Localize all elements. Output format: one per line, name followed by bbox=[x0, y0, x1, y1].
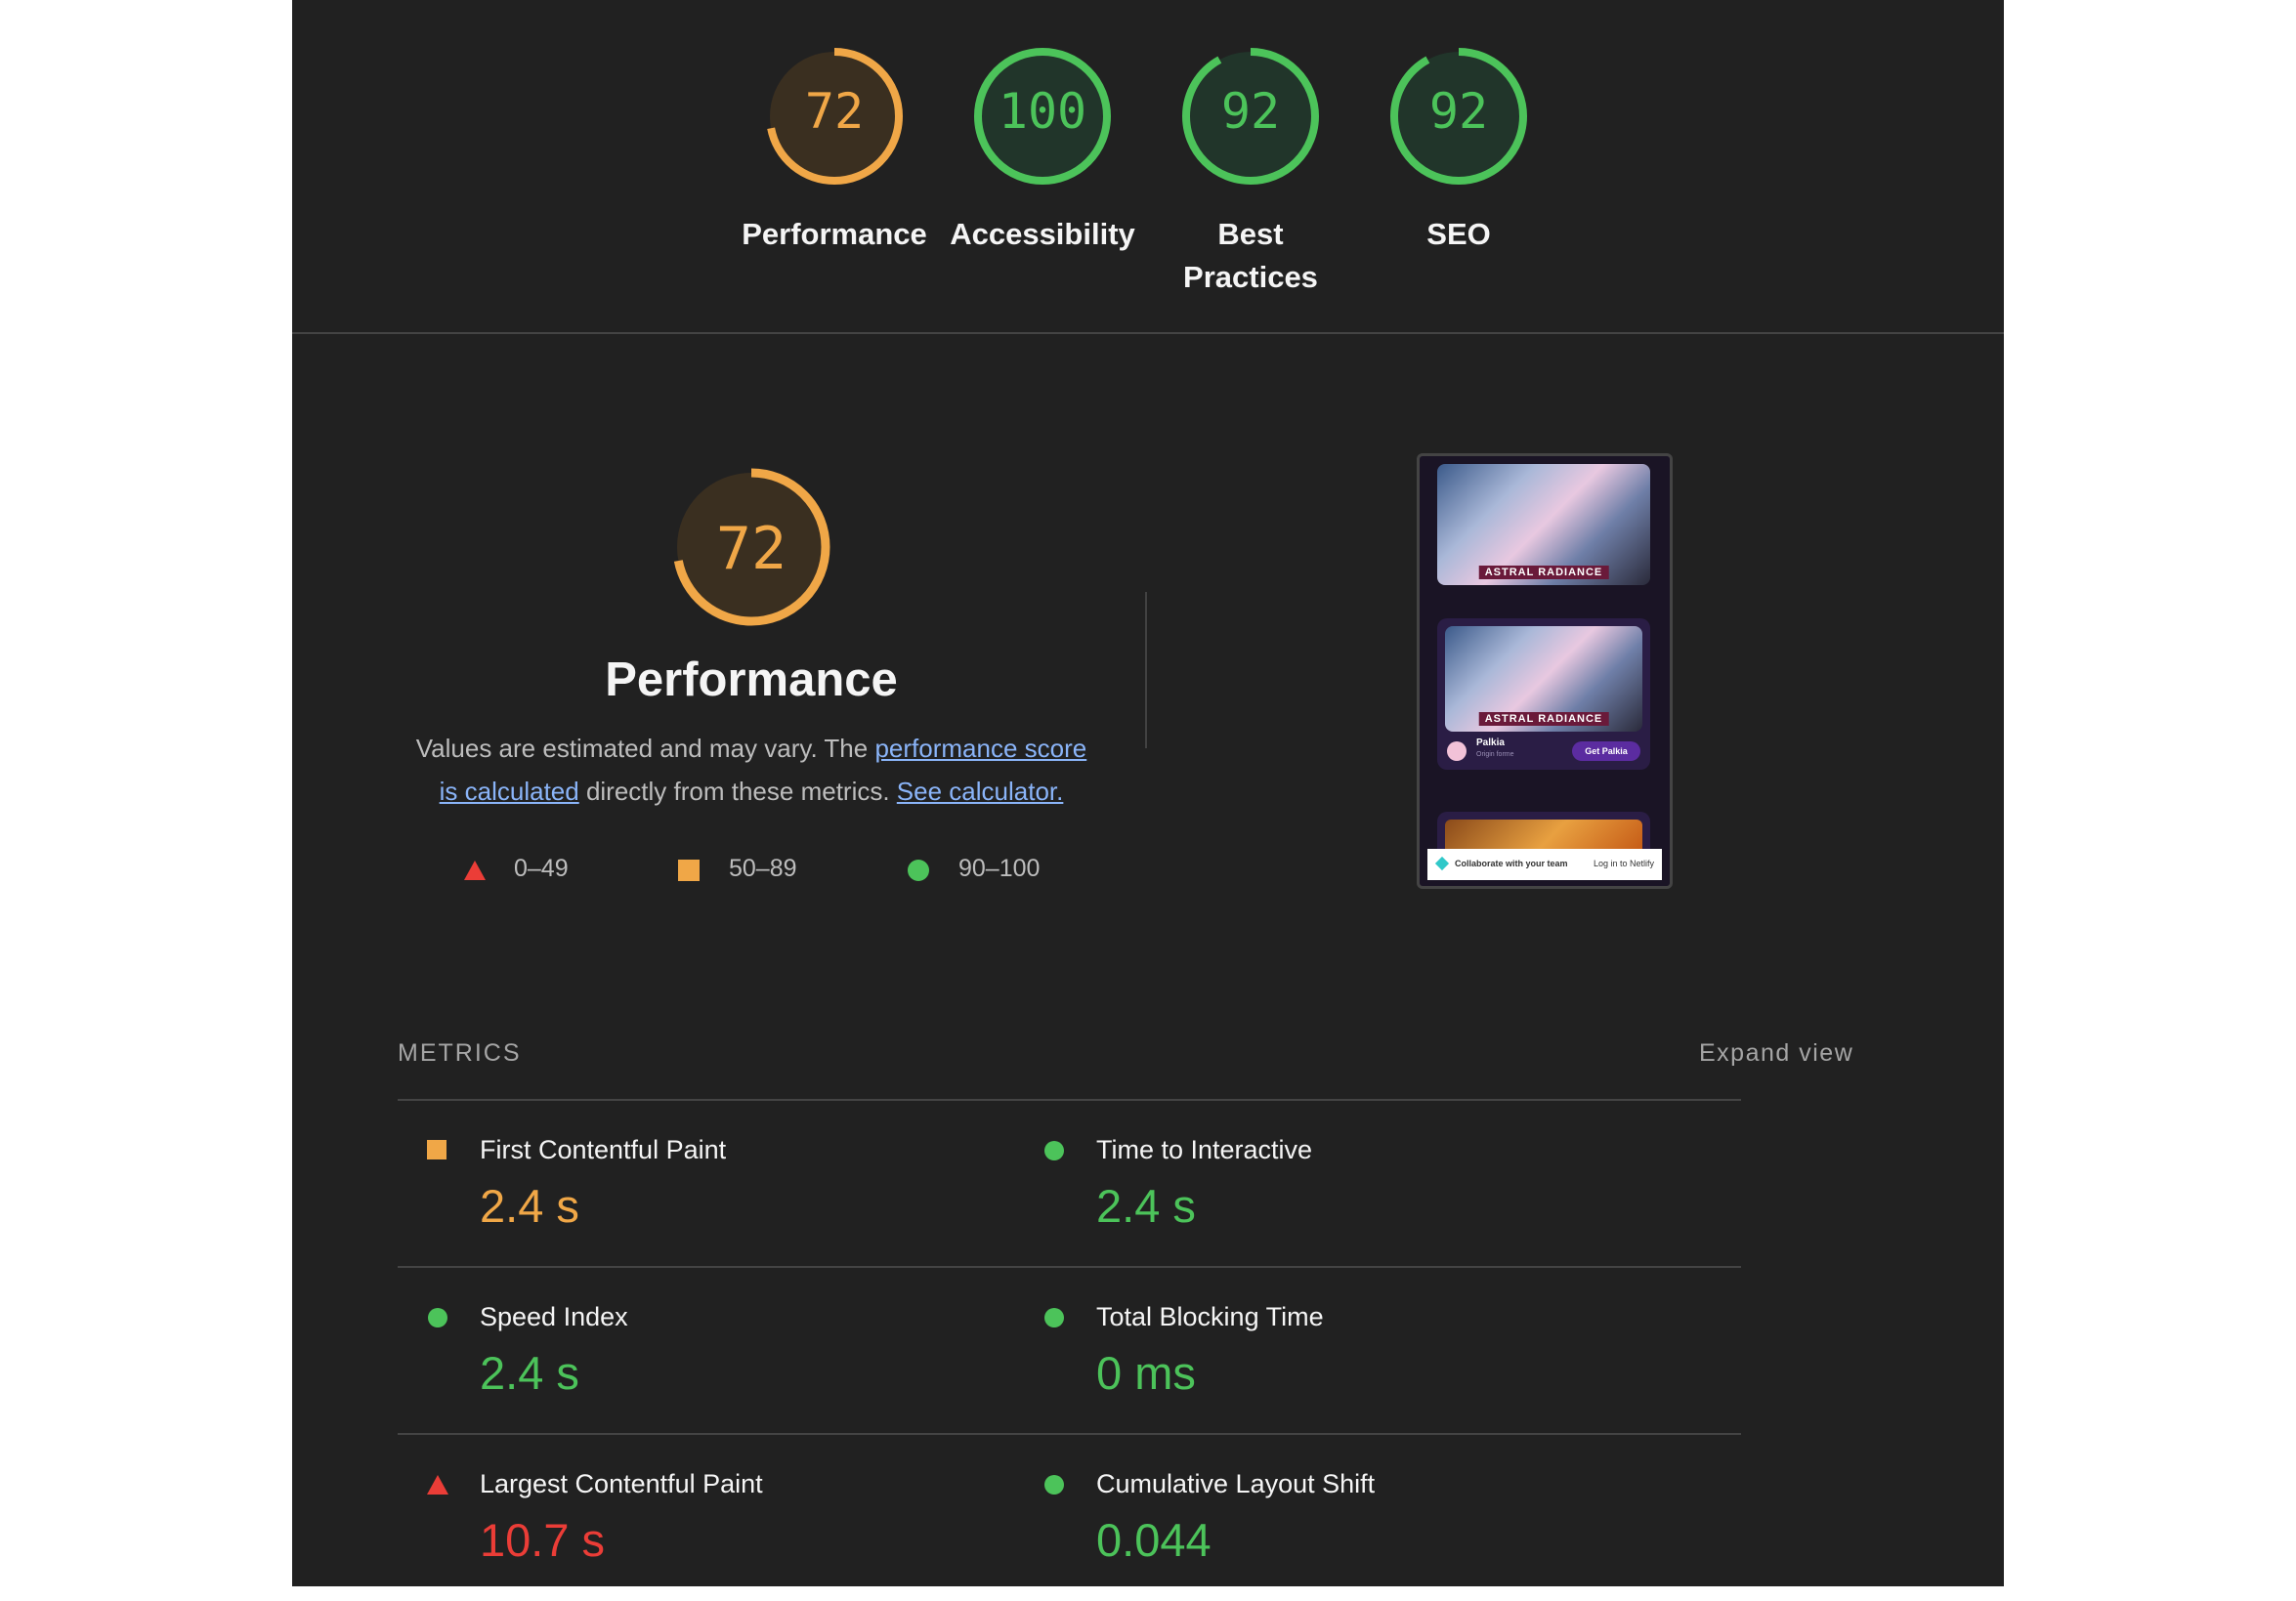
desc-text: Values are estimated and may vary. The bbox=[415, 734, 875, 763]
square-icon bbox=[427, 1140, 446, 1159]
circle-icon bbox=[1044, 1308, 1064, 1327]
metric-row: Time to Interactive 2.4 s bbox=[1014, 1099, 1741, 1267]
legend-average: 50–89 bbox=[678, 852, 834, 885]
circle-icon bbox=[908, 860, 929, 881]
thumb-footer-right: Log in to Netlify bbox=[1593, 859, 1654, 868]
legend-fail: 0–49 bbox=[463, 852, 600, 885]
metric-value: 2.4 s bbox=[480, 1180, 579, 1232]
gauge-best-practices[interactable]: 92 Best Practices bbox=[1158, 43, 1343, 299]
metric-value: 2.4 s bbox=[480, 1347, 579, 1399]
gauge-score: 100 bbox=[998, 83, 1087, 140]
thumb-netlify-footer: Collaborate with your team Log in to Net… bbox=[1427, 849, 1662, 880]
score-summary-strip: 72 Performance 100 Accessibility 92 Best… bbox=[292, 0, 2004, 334]
circle-icon bbox=[428, 1308, 447, 1327]
legend-range: 50–89 bbox=[729, 855, 797, 882]
section-divider bbox=[1145, 592, 1147, 748]
performance-description: Values are estimated and may vary. The p… bbox=[405, 727, 1097, 813]
gauge-label: SEO bbox=[1426, 217, 1491, 251]
thumb-card-image: ASTRAL RADIANCE bbox=[1445, 626, 1642, 732]
metric-name: Time to Interactive bbox=[1096, 1135, 1313, 1164]
performance-title: Performance bbox=[605, 653, 898, 706]
gauge-label: Performance bbox=[742, 217, 927, 251]
lighthouse-report: 72 Performance 100 Accessibility 92 Best… bbox=[292, 0, 2004, 1586]
thumb-card-button: Get Palkia bbox=[1572, 741, 1640, 761]
metric-name: First Contentful Paint bbox=[480, 1135, 727, 1164]
see-calculator-link[interactable]: See calculator. bbox=[897, 777, 1064, 806]
metric-value: 10.7 s bbox=[480, 1514, 606, 1566]
metric-row: Cumulative Layout Shift 0.044 bbox=[1014, 1433, 1741, 1601]
netlify-icon bbox=[1434, 856, 1450, 871]
legend-pass: 90–100 bbox=[908, 852, 1084, 885]
thumb-banner-image: ASTRAL RADIANCE bbox=[1437, 464, 1650, 585]
circle-icon bbox=[1044, 1475, 1064, 1495]
desc-text: directly from these metrics. bbox=[578, 777, 897, 806]
thumb-avatar bbox=[1447, 741, 1467, 761]
metric-name: Largest Contentful Paint bbox=[480, 1469, 763, 1498]
gauge-score: 92 bbox=[1428, 83, 1489, 140]
gauge-label: Accessibility bbox=[950, 217, 1135, 251]
gauge-score: 92 bbox=[1220, 83, 1281, 140]
gauge-performance[interactable]: 72 Performance bbox=[742, 43, 927, 256]
metric-value: 0.044 bbox=[1096, 1514, 1212, 1566]
metric-name: Total Blocking Time bbox=[1096, 1302, 1324, 1331]
metric-name: Speed Index bbox=[480, 1302, 628, 1331]
metric-name: Cumulative Layout Shift bbox=[1096, 1469, 1376, 1498]
metric-value: 0 ms bbox=[1096, 1347, 1196, 1399]
metric-row: Total Blocking Time 0 ms bbox=[1014, 1266, 1741, 1434]
thumb-banner-label: ASTRAL RADIANCE bbox=[1478, 566, 1609, 579]
thumb-card-name: Palkia bbox=[1476, 737, 1505, 748]
triangle-icon bbox=[464, 861, 486, 880]
legend-range: 0–49 bbox=[514, 855, 569, 882]
performance-gauge-large: 72 bbox=[668, 464, 834, 630]
triangle-icon bbox=[427, 1475, 448, 1495]
expand-view-toggle[interactable]: Expand view bbox=[1699, 1033, 1853, 1073]
square-icon bbox=[678, 860, 700, 881]
thumb-product-card: ASTRAL RADIANCE Palkia Origin forme Get … bbox=[1437, 618, 1650, 770]
legend-range: 90–100 bbox=[958, 855, 1041, 882]
thumb-card-sub: Origin forme bbox=[1476, 751, 1514, 758]
gauge-seo[interactable]: 92 SEO bbox=[1366, 43, 1552, 256]
circle-icon bbox=[1044, 1141, 1064, 1160]
thumb-banner-label: ASTRAL RADIANCE bbox=[1478, 712, 1609, 726]
metric-value: 2.4 s bbox=[1096, 1180, 1196, 1232]
gauge-accessibility[interactable]: 100 Accessibility bbox=[950, 43, 1135, 256]
gauge-label: Best Practices bbox=[1183, 217, 1318, 294]
metrics-heading: METRICS bbox=[398, 1039, 522, 1067]
performance-score: 72 bbox=[715, 515, 787, 583]
gauge-score: 72 bbox=[804, 83, 865, 140]
final-screenshot-thumbnail[interactable]: ASTRAL RADIANCE ASTRAL RADIANCE Palkia O… bbox=[1417, 453, 1673, 889]
thumb-footer-left: Collaborate with your team bbox=[1455, 859, 1568, 868]
